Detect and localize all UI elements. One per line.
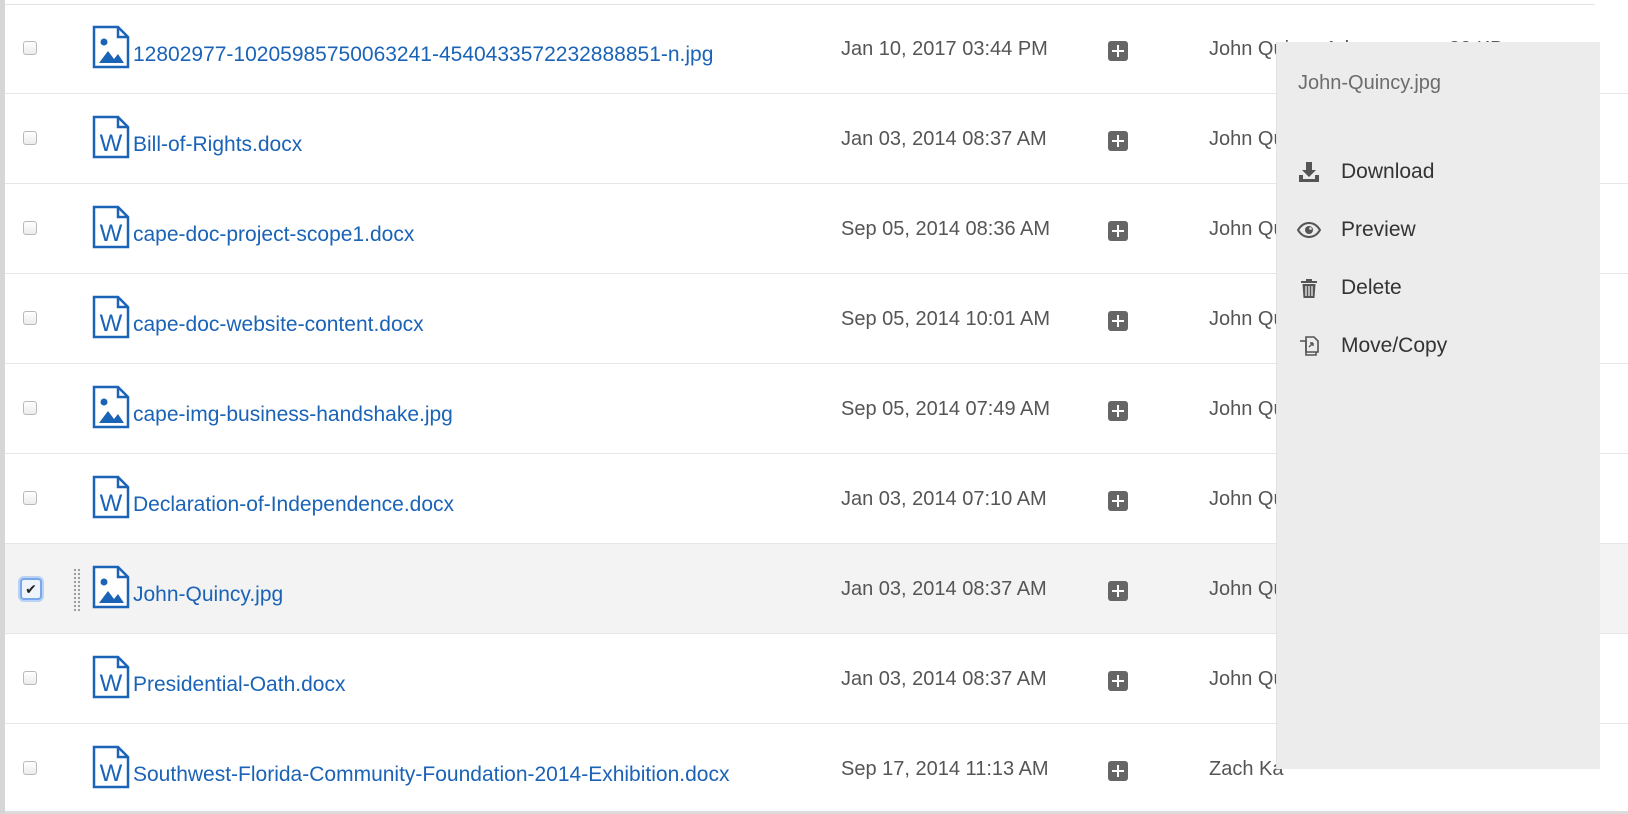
move-copy-action[interactable]: Move/Copy xyxy=(1297,328,1577,364)
drag-handle-icon[interactable] xyxy=(73,568,81,612)
row-checkbox[interactable] xyxy=(23,761,37,775)
add-plus-icon[interactable] xyxy=(1108,671,1128,691)
file-date: Jan 03, 2014 08:37 AM xyxy=(841,578,1047,600)
row-checkbox[interactable] xyxy=(23,311,37,325)
word-file-icon: W xyxy=(92,205,132,249)
file-date: Sep 05, 2014 10:01 AM xyxy=(841,308,1051,330)
file-date: Jan 03, 2014 07:10 AM xyxy=(841,488,1047,510)
add-plus-icon[interactable] xyxy=(1108,221,1128,241)
row-checkbox[interactable] xyxy=(23,131,37,145)
row-checkbox[interactable] xyxy=(23,491,37,505)
file-date: Sep 05, 2014 07:49 AM xyxy=(841,398,1051,420)
download-label: Download xyxy=(1341,160,1435,183)
preview-action[interactable]: Preview xyxy=(1296,212,1577,248)
download-action[interactable]: Download xyxy=(1297,154,1577,190)
file-owner: Zach Ka xyxy=(1209,758,1284,780)
file-name-link[interactable]: 12802977-10205985750063241-4540433572232… xyxy=(133,42,713,68)
word-file-icon: W xyxy=(92,475,132,519)
word-file-icon: W xyxy=(92,295,132,339)
add-plus-icon[interactable] xyxy=(1108,581,1128,601)
file-date: Sep 17, 2014 11:13 AM xyxy=(841,758,1049,780)
preview-label: Preview xyxy=(1341,218,1416,241)
file-date: Jan 10, 2017 03:44 PM xyxy=(841,38,1048,60)
copy-icon xyxy=(1297,334,1321,358)
file-owner: John Qu xyxy=(1209,218,1285,240)
add-plus-icon[interactable] xyxy=(1108,311,1128,331)
file-name-link[interactable]: Southwest-Florida-Community-Foundation-2… xyxy=(133,762,729,788)
eye-icon xyxy=(1296,218,1322,242)
row-checkbox[interactable] xyxy=(23,671,37,685)
add-plus-icon[interactable] xyxy=(1108,41,1128,61)
svg-text:W: W xyxy=(100,670,123,697)
svg-text:W: W xyxy=(100,220,123,247)
svg-text:W: W xyxy=(100,310,123,337)
add-plus-icon[interactable] xyxy=(1108,761,1128,781)
file-name-link[interactable]: Bill-of-Rights.docx xyxy=(133,132,302,158)
word-file-icon: W xyxy=(92,745,132,789)
file-owner: John Qu xyxy=(1209,308,1285,330)
word-file-icon: W xyxy=(92,655,132,699)
file-name-link[interactable]: cape-img-business-handshake.jpg xyxy=(133,402,453,428)
svg-text:W: W xyxy=(100,760,123,787)
file-owner: John Qu xyxy=(1209,578,1285,600)
row-checkbox[interactable] xyxy=(23,221,37,235)
file-date: Jan 03, 2014 08:37 AM xyxy=(841,668,1047,690)
file-name-link[interactable]: John-Quincy.jpg xyxy=(133,582,283,608)
file-name-link[interactable]: Declaration-of-Independence.docx xyxy=(133,492,454,518)
file-owner: John Qu xyxy=(1209,128,1285,150)
delete-label: Delete xyxy=(1341,276,1402,299)
delete-action[interactable]: Delete xyxy=(1297,270,1577,306)
add-plus-icon[interactable] xyxy=(1108,401,1128,421)
panel-file-title: John-Quincy.jpg xyxy=(1298,72,1442,94)
image-file-icon xyxy=(92,385,132,429)
file-name-link[interactable]: Presidential-Oath.docx xyxy=(133,672,345,698)
file-owner: John Qu xyxy=(1209,668,1285,690)
row-checkbox[interactable] xyxy=(23,41,37,55)
move-copy-label: Move/Copy xyxy=(1341,334,1448,357)
word-file-icon: W xyxy=(92,115,132,159)
file-actions-panel: John-Quincy.jpg Download Preview Delete … xyxy=(1277,42,1600,769)
add-plus-icon[interactable] xyxy=(1108,491,1128,511)
svg-text:W: W xyxy=(100,130,123,157)
file-date: Sep 05, 2014 08:36 AM xyxy=(841,218,1051,240)
file-name-link[interactable]: cape-doc-project-scope1.docx xyxy=(133,222,414,248)
file-name-link[interactable]: cape-doc-website-content.docx xyxy=(133,312,424,338)
add-plus-icon[interactable] xyxy=(1108,131,1128,151)
svg-text:W: W xyxy=(100,490,123,517)
trash-icon xyxy=(1297,276,1321,300)
file-browser: 12802977-10205985750063241-4540433572232… xyxy=(0,0,1628,814)
image-file-icon xyxy=(92,565,132,609)
row-checkbox[interactable] xyxy=(23,401,37,415)
download-icon xyxy=(1297,160,1321,184)
image-file-icon xyxy=(92,25,132,69)
file-owner: John Qu xyxy=(1209,398,1285,420)
file-date: Jan 03, 2014 08:37 AM xyxy=(841,128,1047,150)
file-owner: John Qu xyxy=(1209,488,1285,510)
row-checkbox[interactable]: ✔ xyxy=(20,578,42,600)
